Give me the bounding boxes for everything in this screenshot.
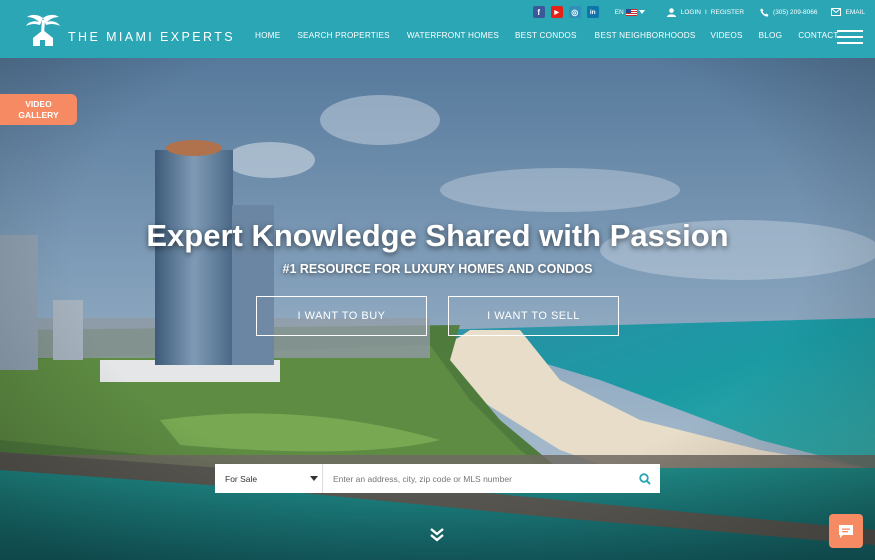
video-gallery-line1: VIDEO	[25, 98, 52, 109]
sell-button[interactable]: I WANT TO SELL	[448, 296, 619, 336]
listing-type-value: For Sale	[225, 473, 258, 484]
login-separator: I	[704, 8, 707, 16]
hamburger-menu-icon[interactable]	[837, 30, 863, 44]
nav-item-home[interactable]: HOME	[255, 31, 280, 40]
nav-item-search-properties[interactable]: SEARCH PROPERTIES	[297, 31, 389, 40]
youtube-icon[interactable]: ▶	[550, 6, 563, 18]
video-gallery-line2: GALLERY	[18, 109, 59, 120]
top-utility-bar: f ▶ ◎ in EN LOGIN I REGISTER (305) 209-8…	[532, 6, 865, 18]
video-gallery-button[interactable]: VIDEO GALLERY	[0, 94, 77, 125]
search-icon	[639, 472, 651, 485]
caret-down-icon	[310, 476, 318, 481]
chat-button[interactable]	[829, 514, 863, 548]
site-logo[interactable]: THE MIAMI EXPERTS	[24, 12, 235, 48]
hero-subheadline: #1 RESOURCE FOR LUXURY HOMES AND CONDOS	[282, 262, 593, 276]
email-label: EMAIL	[845, 8, 865, 16]
search-input[interactable]	[323, 464, 630, 493]
envelope-icon	[831, 8, 842, 16]
language-code: EN	[614, 8, 624, 16]
caret-down-icon	[638, 10, 645, 14]
instagram-icon[interactable]: ◎	[568, 6, 581, 18]
scroll-down-chevrons-icon[interactable]	[429, 527, 445, 548]
phone-link[interactable]: (305) 209-8066	[760, 8, 817, 17]
nav-item-best-neighborhoods[interactable]: BEST NEIGHBORHOODS	[595, 31, 696, 40]
listing-type-select[interactable]: For Sale	[215, 464, 323, 493]
search-submit-button[interactable]	[630, 464, 660, 493]
property-search-bar: For Sale	[215, 464, 660, 493]
nav-item-blog[interactable]: BLOG	[759, 31, 783, 40]
nav-item-waterfront-homes[interactable]: WATERFRONT HOMES	[407, 31, 499, 40]
facebook-icon[interactable]: f	[532, 6, 545, 18]
palm-house-logo-icon	[26, 14, 60, 46]
nav-item-best-condos[interactable]: BEST CONDOS	[515, 31, 577, 40]
login-link[interactable]: LOGIN	[681, 9, 701, 16]
phone-number: (305) 209-8066	[773, 8, 818, 16]
buy-button[interactable]: I WANT TO BUY	[256, 296, 427, 336]
linkedin-icon[interactable]: in	[586, 6, 599, 18]
site-header: THE MIAMI EXPERTS f ▶ ◎ in EN LOGIN I RE…	[0, 0, 875, 58]
brand-name: THE MIAMI EXPERTS	[68, 30, 235, 44]
login-register: LOGIN I REGISTER	[666, 7, 744, 17]
us-flag-icon	[625, 8, 637, 16]
nav-item-contact[interactable]: CONTACT	[798, 31, 838, 40]
user-icon	[666, 7, 676, 17]
phone-icon	[760, 8, 769, 17]
register-link[interactable]: REGISTER	[711, 9, 744, 16]
language-selector[interactable]: EN	[614, 8, 645, 16]
nav-item-videos[interactable]: VIDEOS	[710, 31, 742, 40]
hero-headline: Expert Knowledge Shared with Passion	[146, 218, 729, 253]
main-navigation: HOME SEARCH PROPERTIES WATERFRONT HOMES …	[255, 31, 839, 40]
chat-bubble-icon	[839, 524, 853, 538]
email-link[interactable]: EMAIL	[831, 8, 865, 16]
